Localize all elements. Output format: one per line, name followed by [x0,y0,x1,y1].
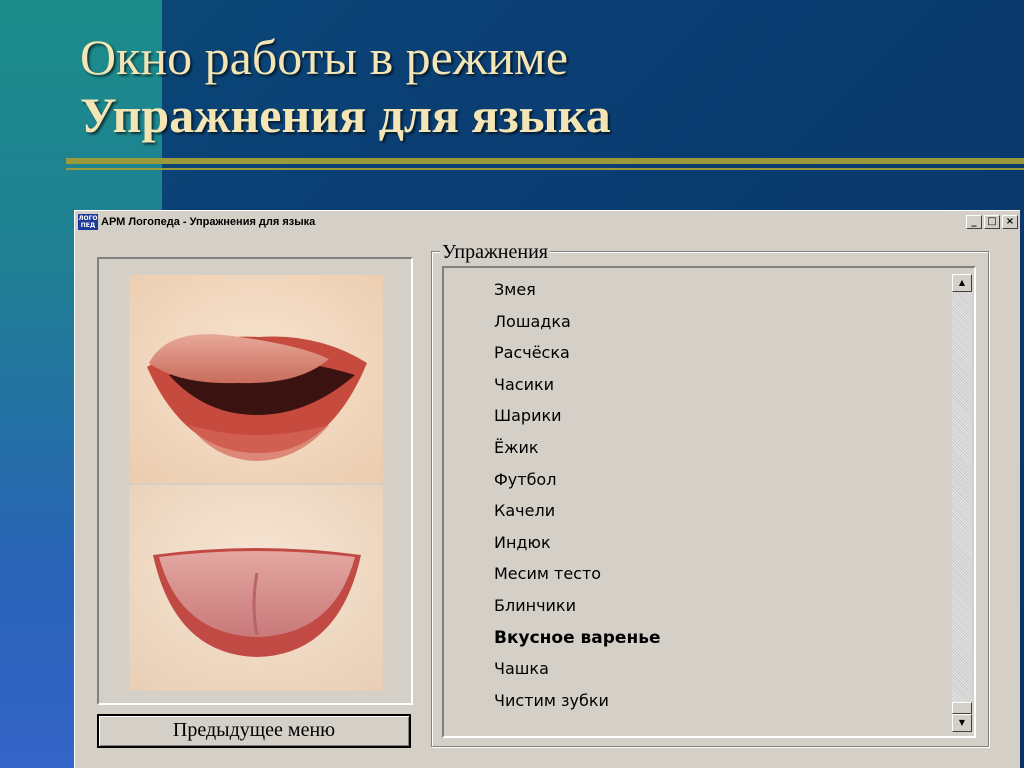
list-item-chashka[interactable]: Чашка [494,657,660,689]
list-item-vkusnoe-varenie-selected[interactable]: Вкусное варенье [494,626,660,658]
list-item-blinchiki[interactable]: Блинчики [494,594,660,626]
list-scrollbar[interactable]: ▲ ▼ [952,274,972,732]
list-item-mesim-testo[interactable]: Месим тесто [494,562,660,594]
exercises-list: Змея Лошадка Расчёска Часики Шарики Ёжик… [494,278,660,720]
exercises-group-label: Упражнения [440,241,550,263]
tongue-photo-bottom [129,485,383,691]
list-item-zmeya[interactable]: Змея [494,278,660,310]
list-item-indyuk[interactable]: Индюк [494,531,660,563]
maximize-button[interactable]: □ [984,215,1000,229]
list-item-kacheli[interactable]: Качели [494,499,660,531]
title-divider-thin [66,168,1024,170]
window-titlebar[interactable]: ЛОГО ПЕД АРМ Логопеда - Упражнения для я… [77,213,1018,231]
exercises-groupbox: Упражнения Змея Лошадка Расчёска Часики … [431,242,989,747]
list-item-chistim-zubki[interactable]: Чистим зубки [494,689,660,721]
close-button[interactable]: × [1002,215,1018,229]
previous-menu-button[interactable]: Предыдущее меню [97,714,411,748]
scroll-up-arrow-icon[interactable]: ▲ [952,274,972,292]
list-item-raschyoska[interactable]: Расчёска [494,341,660,373]
window-title: АРМ Логопеда - Упражнения для языка [101,216,316,228]
slide-title-line2: Упражнения для языка [80,87,611,143]
slide-title-line1: Окно работы в режиме [80,29,569,85]
scroll-down-arrow-icon[interactable]: ▼ [952,714,972,732]
app-logo-text-top: ЛОГО [78,215,98,222]
tongue-photo-top [129,275,383,483]
list-item-shariki[interactable]: Шарики [494,404,660,436]
list-item-loshadka[interactable]: Лошадка [494,310,660,342]
scroll-thumb[interactable] [952,702,972,714]
slide-title: Окно работы в режиме Упражнения для язык… [80,28,611,144]
list-item-futbol[interactable]: Футбол [494,468,660,500]
minimize-button[interactable]: _ [966,215,982,229]
app-logo-text-bottom: ПЕД [80,222,96,229]
title-divider [66,158,1024,164]
list-item-yozhik[interactable]: Ёжик [494,436,660,468]
exercise-image-panel [97,257,413,705]
list-item-chasiki[interactable]: Часики [494,373,660,405]
app-window: ЛОГО ПЕД АРМ Логопеда - Упражнения для я… [74,210,1020,768]
app-logo-icon: ЛОГО ПЕД [78,214,98,230]
exercises-listbox[interactable]: Змея Лошадка Расчёска Часики Шарики Ёжик… [442,266,976,738]
